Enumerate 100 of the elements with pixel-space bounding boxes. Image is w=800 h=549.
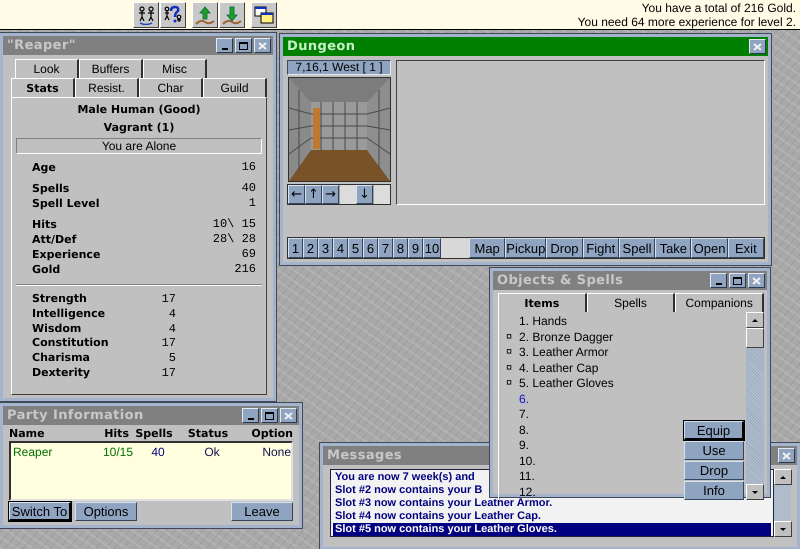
inventory-item[interactable]: 4. Leather Cap (519, 360, 598, 376)
item-action-button[interactable]: Info (684, 481, 744, 500)
inventory-item[interactable]: 1. Hands (519, 314, 568, 330)
stat-value: 216 (234, 262, 256, 277)
column-header: Name (9, 427, 46, 441)
inventory-item[interactable]: 7. (519, 407, 530, 422)
table-cell-text: 40 (150, 445, 166, 460)
move-button[interactable]: ↑ (305, 185, 322, 204)
stat-label: Att/Def (32, 232, 76, 247)
inventory-item[interactable]: 3. Leather Armor (519, 345, 608, 360)
action-button[interactable]: Drop (546, 238, 583, 258)
party-status: You are Alone (16, 138, 262, 154)
inventory-item[interactable]: 2. Bronze Dagger (519, 330, 614, 345)
inventory-item[interactable]: 10. (519, 454, 536, 469)
stat-value: 69 (242, 247, 256, 262)
number-button[interactable]: 4 (333, 238, 348, 258)
action-button[interactable]: Pickup (505, 238, 546, 258)
down-arrow-icon (752, 490, 758, 494)
move-button[interactable]: ← (288, 185, 305, 204)
number-button[interactable]: 10 (423, 238, 441, 258)
toolbar-button[interactable] (133, 2, 159, 28)
stat-value: 28\ 28 (212, 232, 256, 247)
party-button[interactable]: Options (75, 502, 137, 521)
number-button[interactable]: 3 (318, 238, 333, 258)
character-race: Male Human (Good) (76, 102, 202, 118)
tab[interactable]: Guild (203, 78, 267, 97)
scroll-down-button[interactable] (746, 484, 764, 500)
tab[interactable]: Buffers (79, 59, 143, 78)
number-button[interactable]: 2 (303, 238, 318, 258)
inventory-item[interactable]: 9. (519, 438, 530, 454)
help-icon (163, 4, 183, 24)
tab[interactable]: Char (139, 78, 203, 97)
attribute-label: Wisdom (32, 322, 82, 336)
stat-label: Age (32, 160, 56, 175)
maximize-button[interactable] (235, 38, 252, 53)
inventory-item[interactable]: 6. (519, 392, 530, 407)
item-action-button[interactable]: Equip (684, 421, 744, 440)
message-line: Slot #2 now contains your B (334, 484, 482, 497)
inventory-item[interactable]: 5. Leather Gloves (519, 376, 614, 392)
action-button[interactable]: Exit (728, 238, 764, 258)
attribute-label: Charisma (32, 351, 91, 366)
number-button[interactable]: 9 (408, 238, 423, 258)
move-button[interactable]: → (322, 185, 339, 204)
action-button[interactable]: Fight (582, 238, 619, 258)
tab[interactable]: Resist. (75, 78, 139, 97)
equipped-marker: ¤ (504, 376, 514, 391)
minimize-button[interactable] (710, 273, 727, 288)
number-button[interactable]: 8 (393, 238, 408, 258)
window-title: Messages (327, 448, 402, 463)
stat-label: Hits (32, 217, 57, 232)
inventory-item[interactable]: 11. (519, 469, 535, 484)
close-button[interactable] (749, 39, 766, 54)
item-action-button[interactable]: Drop (684, 461, 744, 480)
maximize-button[interactable] (729, 273, 746, 288)
toolbar-button[interactable] (219, 2, 245, 28)
attribute-label: Strength (32, 292, 88, 307)
tab[interactable]: Misc (143, 59, 207, 78)
stat-label: Spells (32, 181, 70, 196)
up-arrow-icon (752, 318, 758, 322)
action-button[interactable]: Open (691, 238, 728, 258)
party-button[interactable]: Leave (231, 502, 293, 521)
windows-icon (254, 4, 274, 24)
item-action-button[interactable]: Use (684, 441, 744, 460)
scroll-up-button[interactable] (746, 312, 764, 328)
tab[interactable]: Spells (586, 293, 676, 312)
stat-value: 16 (242, 160, 256, 175)
action-button[interactable]: Map (469, 238, 506, 258)
scroll-thumb[interactable] (746, 328, 764, 348)
close-icon (753, 42, 762, 50)
maximize-button[interactable] (261, 408, 278, 423)
number-button[interactable]: 5 (348, 238, 363, 258)
stat-label: Gold (32, 262, 60, 277)
scroll-up-button[interactable] (774, 469, 792, 485)
toolbar-button[interactable] (160, 2, 186, 28)
scroll-down-button[interactable] (774, 521, 792, 537)
party-button[interactable]: Switch To (9, 502, 71, 521)
close-button[interactable] (778, 448, 795, 463)
attribute-value: 17 (160, 336, 176, 352)
close-button[interactable] (748, 273, 765, 288)
minimize-button[interactable] (216, 38, 233, 53)
action-button[interactable]: Spell (618, 238, 656, 258)
tab[interactable]: Items (498, 293, 587, 312)
tab[interactable]: Companions (675, 293, 764, 312)
action-button[interactable]: Take (655, 238, 692, 258)
toolbar-button[interactable] (192, 2, 218, 28)
move-button[interactable]: ↓ (356, 185, 373, 204)
tab[interactable]: Stats (11, 78, 75, 97)
attribute-label: Intelligence (32, 306, 106, 322)
minimize-button[interactable] (242, 408, 259, 423)
toolbar-button[interactable] (251, 2, 277, 28)
close-button[interactable] (280, 408, 297, 423)
close-icon (258, 42, 267, 50)
number-button[interactable]: 1 (288, 238, 303, 258)
close-button[interactable] (254, 38, 271, 53)
number-button[interactable]: 7 (378, 238, 393, 258)
tab[interactable]: Look (15, 59, 79, 78)
inventory-item[interactable]: 8. (519, 422, 530, 438)
column-header: Hits (103, 427, 129, 441)
minimize-icon (222, 48, 228, 50)
number-button[interactable]: 6 (363, 238, 378, 258)
